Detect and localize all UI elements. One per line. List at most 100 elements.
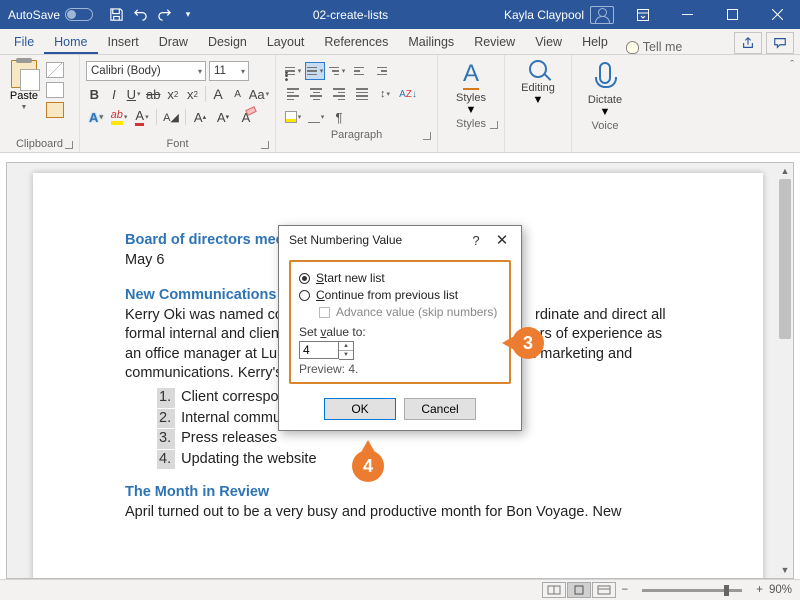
styles-icon: A (463, 60, 479, 88)
zoom-thumb[interactable] (724, 585, 729, 596)
spin-up-icon[interactable]: ▲ (339, 342, 353, 351)
set-value-spinner[interactable]: ▲▼ (299, 341, 501, 360)
font-name-combo[interactable]: Calibri (Body)▾ (86, 61, 206, 81)
scroll-up-button[interactable]: ▲ (777, 163, 793, 179)
autosave-toggle[interactable]: AutoSave (0, 8, 101, 22)
editing-button[interactable]: Editing▼ (509, 58, 567, 106)
text-effects-button[interactable]: A▾ (86, 107, 106, 127)
increase-indent-button[interactable] (372, 61, 394, 81)
tab-review[interactable]: Review (464, 31, 525, 54)
radio-continue-previous[interactable]: Continue from previous list (299, 288, 501, 302)
shrink-font2-button[interactable]: A▾ (213, 107, 233, 127)
italic-button[interactable]: I (106, 84, 123, 104)
zoom-out-button[interactable]: − (616, 584, 635, 596)
ok-button[interactable]: OK (324, 398, 396, 420)
minimize-button[interactable] (665, 0, 710, 29)
format-painter-button[interactable] (46, 102, 64, 118)
collapse-ribbon-button[interactable]: ˆ (790, 59, 794, 71)
tell-me-search[interactable]: Tell me (618, 40, 691, 54)
tab-view[interactable]: View (525, 31, 572, 54)
paragraph-launcher[interactable] (423, 132, 431, 140)
strikethrough-button[interactable]: ab (145, 84, 162, 104)
zoom-level[interactable]: 90% (769, 584, 792, 596)
spin-down-icon[interactable]: ▼ (339, 351, 353, 360)
ribbon-options-button[interactable] (620, 0, 665, 29)
paste-button[interactable]: Paste ▼ (4, 58, 44, 136)
clipboard-launcher[interactable] (65, 141, 73, 149)
bold-button[interactable]: B (86, 84, 103, 104)
radio-start-new-list[interactable]: Start new list (299, 271, 501, 285)
scroll-down-button[interactable]: ▼ (777, 562, 793, 578)
sort-button[interactable]: AZ↓ (397, 84, 419, 104)
tab-design[interactable]: Design (198, 31, 257, 54)
decrease-indent-button[interactable] (349, 61, 371, 81)
qat-customize-icon[interactable]: ▾ (177, 4, 199, 26)
justify-button[interactable] (351, 84, 373, 104)
scroll-track[interactable] (779, 179, 791, 562)
radio-label: Start new list (316, 271, 385, 285)
copy-button[interactable] (46, 82, 64, 98)
font-color-button[interactable]: A▾ (132, 107, 152, 127)
spinner-buttons[interactable]: ▲▼ (339, 341, 354, 360)
numbering-button[interactable]: ▾ (305, 62, 325, 80)
dialog-titlebar[interactable]: Set Numbering Value ? ✕ (279, 226, 521, 254)
share-button[interactable] (734, 32, 762, 54)
borders-button[interactable]: ▾ (305, 107, 327, 127)
shrink-font-button[interactable]: A (229, 84, 246, 104)
cut-button[interactable] (46, 62, 64, 78)
zoom-in-button[interactable]: + (750, 584, 769, 596)
redo-button[interactable] (153, 4, 175, 26)
vertical-scrollbar[interactable]: ▲ ▼ (777, 163, 793, 578)
tab-mailings[interactable]: Mailings (398, 31, 464, 54)
paste-icon (11, 60, 37, 88)
group-styles: A Styles▼ Styles (438, 55, 505, 152)
subscript-button[interactable]: x2 (165, 84, 182, 104)
styles-button[interactable]: A Styles▼ (442, 58, 500, 116)
dialog-help-button[interactable]: ? (463, 233, 489, 248)
account-button[interactable]: Kayla Claypool (498, 6, 620, 24)
highlight-button[interactable]: ab▾ (109, 107, 129, 127)
font-size-combo[interactable]: 11▾ (209, 61, 249, 81)
dialog-close-button[interactable]: ✕ (489, 231, 515, 249)
tab-insert[interactable]: Insert (98, 31, 149, 54)
scroll-thumb[interactable] (779, 179, 791, 339)
mic-icon (599, 62, 611, 84)
group-label-font: Font (84, 136, 271, 152)
grow-font-button[interactable]: A (210, 84, 227, 104)
dictate-button[interactable]: Dictate▼ (576, 58, 634, 118)
styles-launcher[interactable] (490, 121, 498, 129)
tab-layout[interactable]: Layout (257, 31, 315, 54)
align-left-button[interactable] (282, 84, 304, 104)
web-layout-button[interactable] (592, 582, 616, 598)
tab-home[interactable]: Home (44, 31, 97, 54)
superscript-button[interactable]: x2 (184, 84, 201, 104)
tab-references[interactable]: References (314, 31, 398, 54)
set-value-input[interactable] (299, 341, 339, 359)
comments-button[interactable] (766, 32, 794, 54)
underline-button[interactable]: U▾ (125, 84, 142, 104)
print-layout-button[interactable] (567, 582, 591, 598)
close-button[interactable] (755, 0, 800, 29)
undo-button[interactable] (129, 4, 151, 26)
bullets-button[interactable]: ▾ (282, 61, 304, 81)
save-icon[interactable] (105, 4, 127, 26)
tab-help[interactable]: Help (572, 31, 618, 54)
tab-file[interactable]: File (4, 31, 44, 54)
character-shading-button[interactable]: A◢ (161, 107, 181, 127)
cancel-button[interactable]: Cancel (404, 398, 476, 420)
maximize-button[interactable] (710, 0, 755, 29)
change-case-button[interactable]: Aa▾ (249, 84, 269, 104)
multilevel-button[interactable]: ▾ (326, 61, 348, 81)
font-launcher[interactable] (261, 141, 269, 149)
read-mode-button[interactable] (542, 582, 566, 598)
grow-font2-button[interactable]: A▴ (190, 107, 210, 127)
line-spacing-button[interactable]: ↕▾ (374, 84, 396, 104)
clear-formatting-button[interactable]: A (236, 107, 256, 127)
zoom-slider[interactable] (642, 589, 742, 592)
align-right-button[interactable] (328, 84, 350, 104)
show-marks-button[interactable]: ¶ (328, 107, 350, 127)
shading-button[interactable]: ▾ (282, 107, 304, 127)
tab-draw[interactable]: Draw (149, 31, 198, 54)
list-item: 4.Updating the website (157, 450, 679, 470)
align-center-button[interactable] (305, 84, 327, 104)
